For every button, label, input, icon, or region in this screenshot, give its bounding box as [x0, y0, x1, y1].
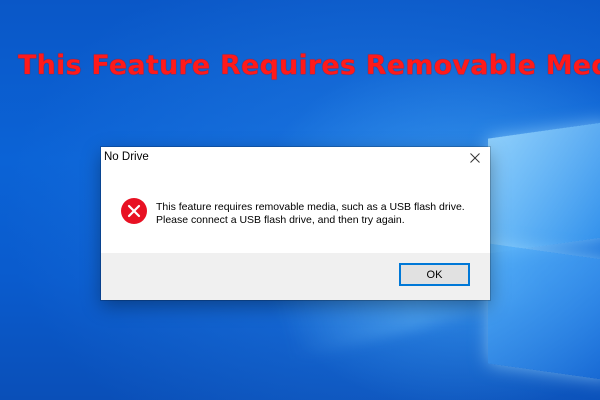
message-line-1: This feature requires removable media, s…	[156, 201, 465, 213]
windows-logo-pane-bottom	[488, 243, 600, 381]
banner-title: This Feature Requires Removable Media	[18, 50, 600, 81]
dialog-content: This feature requires removable media, s…	[101, 169, 490, 253]
dialog-title: No Drive	[104, 151, 149, 163]
dialog-titlebar[interactable]: No Drive	[101, 147, 490, 169]
error-icon	[121, 198, 147, 224]
no-drive-dialog: No Drive This feature requires removable…	[101, 147, 490, 300]
windows-logo-pane-top	[488, 121, 600, 254]
close-button[interactable]	[460, 147, 490, 169]
dialog-footer: OK	[101, 253, 490, 300]
ok-button[interactable]: OK	[399, 263, 470, 286]
message-line-2: Please connect a USB flash drive, and th…	[156, 214, 405, 226]
close-icon	[470, 153, 480, 163]
dialog-message: This feature requires removable media, s…	[156, 201, 465, 227]
desktop-background: This Feature Requires Removable Media No…	[0, 0, 600, 400]
